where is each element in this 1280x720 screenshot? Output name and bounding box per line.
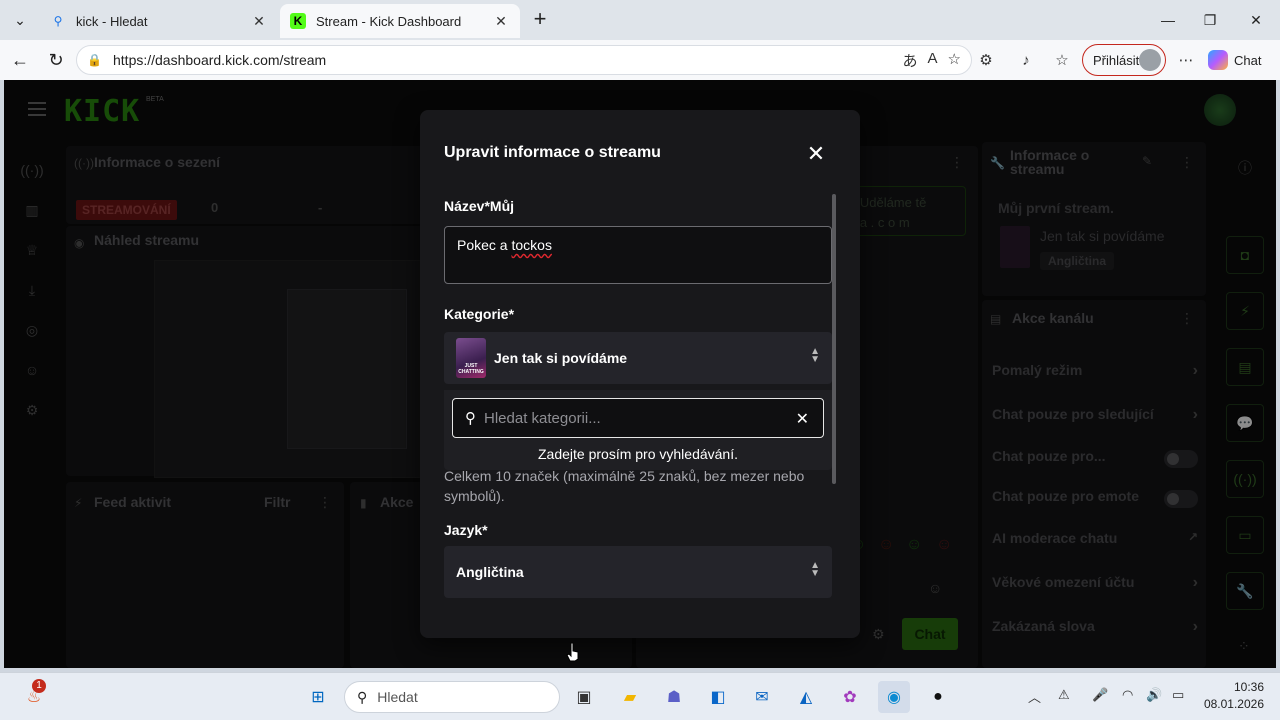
favorites-icon[interactable]: ☆ — [1050, 48, 1074, 72]
extensions-icon[interactable]: ⚙ — [974, 48, 998, 72]
system-clock[interactable]: 10:36 08.01.2026 — [1200, 679, 1264, 713]
minimize-button[interactable]: — — [1148, 6, 1188, 34]
url-text: https://dashboard.kick.com/stream — [113, 52, 327, 68]
read-aloud-icon[interactable]: A — [928, 50, 938, 71]
azure-icon[interactable]: ◭ — [790, 681, 822, 713]
modal-title: Upravit informace o streamu — [444, 144, 661, 161]
clear-search-icon[interactable]: ✕ — [796, 409, 809, 429]
updown-chevron-icon: ▲ ▼ — [810, 346, 820, 365]
restore-button[interactable]: ❐ — [1190, 6, 1230, 34]
obs-icon[interactable]: ● — [922, 681, 954, 713]
tab-kick-search[interactable]: ⚲ kick - Hledat ✕ — [40, 4, 278, 38]
chevron-up-icon[interactable]: ︿ — [1028, 687, 1041, 706]
name-label: Název*Můj — [444, 198, 515, 214]
language-label: Jazyk* — [444, 522, 488, 538]
close-tab-icon[interactable]: ✕ — [492, 13, 510, 30]
windows-start-icon[interactable]: ⊞ — [302, 681, 334, 713]
category-label: Kategorie* — [444, 306, 515, 322]
profile-avatar — [1139, 49, 1161, 71]
wifi-icon[interactable]: ◠ — [1122, 687, 1133, 703]
media-icon[interactable]: ♪ — [1014, 48, 1038, 72]
windows-taskbar: ♨ 1 ⊞ ⚲ Hledat ▣ ▰ ☗ ◧ ✉ ◭ ✿ ◉ ● ︿ ⚠ 🎤 ◠… — [0, 672, 1280, 720]
copilot-chat-button[interactable]: Chat — [1208, 46, 1274, 74]
close-tab-icon[interactable]: ✕ — [250, 13, 268, 30]
kick-logo-icon: K — [290, 13, 306, 29]
category-value: Jen tak si povídáme — [494, 350, 628, 366]
search-icon: ⚲ — [357, 688, 368, 705]
copilot-icon — [1208, 50, 1228, 70]
microphone-icon[interactable]: 🎤 — [1092, 687, 1108, 703]
teams-icon[interactable]: ☗ — [658, 681, 690, 713]
tab-title: kick - Hledat — [76, 13, 148, 29]
kick-dashboard-page: KICK BETA ((·)) ▥ ♕ ⤓ ◎ ☺ ⚙ ((·)) Inform… — [4, 80, 1276, 668]
translate-icon[interactable]: あ — [903, 50, 918, 71]
battery-icon[interactable]: ▭ — [1172, 687, 1184, 703]
edge-icon[interactable]: ◉ — [878, 681, 910, 713]
favorite-star-icon[interactable]: ☆ — [948, 50, 961, 71]
address-bar[interactable]: 🔒 https://dashboard.kick.com/stream あ A … — [76, 45, 972, 75]
close-icon[interactable]: ✕ — [804, 142, 828, 166]
language-value: Angličtina — [456, 564, 524, 580]
refresh-button[interactable]: ↻ — [42, 46, 70, 74]
just-chatting-thumbnail — [456, 338, 486, 378]
mail-icon[interactable]: ✉ — [746, 681, 778, 713]
taskbar-search-label: Hledat — [377, 689, 418, 705]
search-placeholder: Hledat kategorii... — [484, 409, 601, 427]
edit-stream-modal: Upravit informace o streamu ✕ Název*Můj … — [420, 110, 860, 638]
tab-kick-dashboard[interactable]: K Stream - Kick Dashboard ✕ — [280, 4, 520, 38]
login-button[interactable]: Přihlásit — [1082, 44, 1166, 76]
task-view-icon[interactable]: ▣ — [568, 681, 600, 713]
hand-cursor-icon — [566, 642, 579, 662]
new-tab-button[interactable]: + — [528, 8, 552, 32]
store-icon[interactable]: ◧ — [702, 681, 734, 713]
stream-name-input[interactable]: Pokec a tockos — [444, 226, 832, 284]
security-icon[interactable]: ⚠ — [1058, 687, 1070, 703]
stream-name-value-b: tockos — [511, 237, 552, 253]
category-select[interactable]: Jen tak si povídáme ▲▼ — [444, 332, 832, 384]
login-label: Přihlásit — [1093, 52, 1140, 68]
stream-name-value-a: Pokec a — [457, 237, 512, 253]
modal-scrollbar[interactable] — [832, 194, 836, 484]
search-hint: Zadejte prosím pro vyhledávání. — [538, 446, 738, 462]
search-icon: ⚲ — [465, 410, 476, 427]
language-select[interactable]: Angličtina ▲ ▼ — [444, 546, 832, 598]
tab-actions-chevron-icon[interactable]: ⌄ — [6, 6, 34, 34]
tab-title: Stream - Kick Dashboard — [316, 13, 462, 29]
search-icon: ⚲ — [53, 14, 63, 28]
file-explorer-icon[interactable]: ▰ — [614, 681, 646, 713]
m365-icon[interactable]: ✿ — [834, 681, 866, 713]
volume-icon[interactable]: 🔊 — [1146, 687, 1162, 703]
close-window-button[interactable]: ✕ — [1236, 6, 1276, 34]
category-dropdown: ⚲ Hledat kategorii... ✕ Zadejte prosím p… — [444, 390, 832, 470]
clock-time: 10:36 — [1233, 680, 1264, 694]
browser-toolbar: ← ↻ 🔒 https://dashboard.kick.com/stream … — [0, 40, 1280, 80]
more-options-icon[interactable]: ⋯ — [1174, 48, 1198, 72]
updown-chevron-icon: ▲ ▼ — [810, 560, 820, 579]
notification-badge: 1 — [32, 679, 46, 693]
back-button[interactable]: ← — [6, 46, 34, 74]
browser-tab-bar: ⌄ ⚲ kick - Hledat ✕ K Stream - Kick Dash… — [0, 0, 1280, 40]
clock-date: 08.01.2026 — [1203, 697, 1264, 711]
lock-icon: 🔒 — [87, 53, 102, 67]
taskbar-search[interactable]: ⚲ Hledat — [344, 681, 560, 713]
chat-label: Chat — [1234, 52, 1262, 68]
tags-helper-text: Celkem 10 značek (maximálně 25 znaků, be… — [444, 468, 805, 504]
category-search-input[interactable]: ⚲ Hledat kategorii... ✕ — [452, 398, 824, 438]
